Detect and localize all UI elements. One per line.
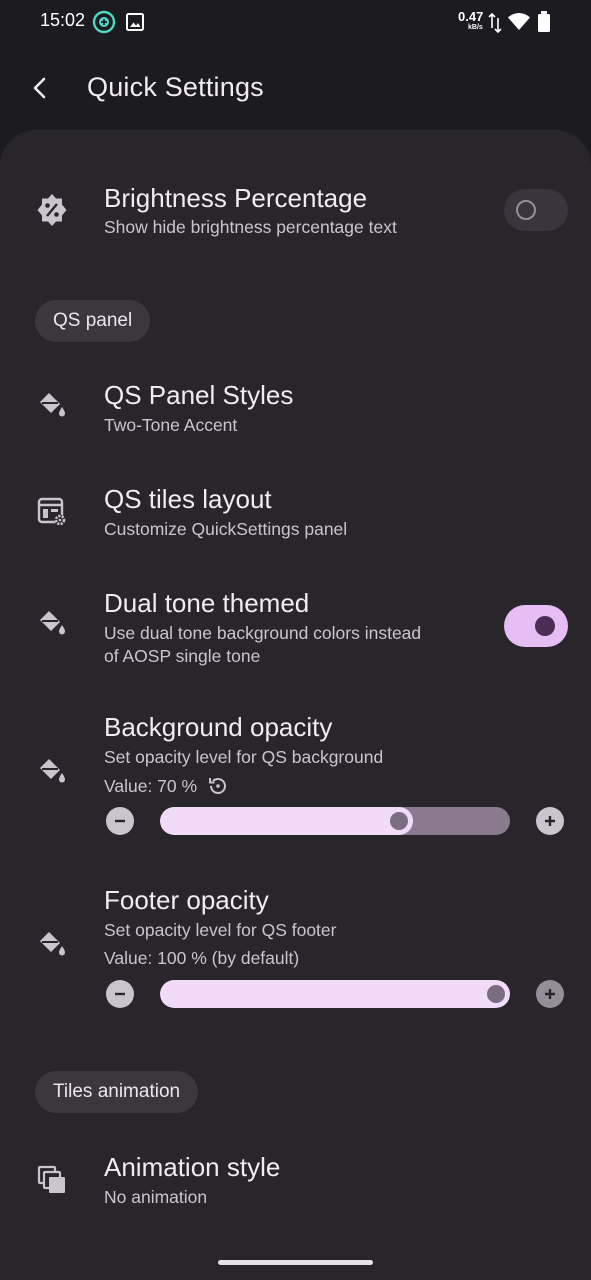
background-opacity-title: Background opacity [104,712,333,742]
qs-tiles-layout-row[interactable]: QS tiles layout Customize QuickSettings … [0,482,591,552]
switch-knob [516,200,536,220]
background-opacity-value: Value: 70 % [104,775,229,797]
brightness-percentage-switch[interactable] [504,189,568,231]
network-speed-unit: kB/s [468,24,483,31]
wifi-icon [507,11,531,36]
brightness-percentage-subtitle: Show hide brightness percentage text [104,217,397,237]
dual-tone-themed-subtitle-line1: Use dual tone background colors instead [104,623,422,643]
animation-style-row[interactable]: Animation style No animation [0,1150,591,1220]
dual-tone-themed-subtitle-line2: of AOSP single tone [104,646,261,666]
background-opacity-subtitle: Set opacity level for QS background [104,747,384,767]
paint-bucket-icon [34,387,70,423]
plus-icon [545,816,555,826]
increase-button[interactable] [536,980,564,1008]
opacity-slider-track[interactable] [160,807,510,835]
brightness-percent-icon [34,192,70,228]
footer-opacity-subtitle: Set opacity level for QS footer [104,920,337,940]
background-opacity-row: Background opacity Set opacity level for… [0,710,591,840]
image-icon [125,12,145,37]
opacity-slider-track[interactable] [160,980,510,1008]
section-qs-panel: QS panel [35,300,151,342]
slider-active-track [160,807,414,835]
network-speed: 0.47 kB/s [458,10,488,34]
stacked-tiles-icon [34,1162,70,1198]
qs-panel-styles-subtitle: Two-Tone Accent [104,415,238,435]
tiles-layout-settings-icon [34,494,70,530]
footer-opacity-slider [104,979,568,1009]
network-speed-value: 0.47 [458,9,484,24]
animation-style-subtitle: No animation [104,1187,208,1207]
dual-tone-themed-row[interactable]: Dual tone themed Use dual tone backgroun… [0,586,591,676]
data-transfer-icon [488,12,502,39]
animation-style-title: Animation style [104,1152,281,1182]
decrease-button[interactable] [106,807,134,835]
status-time: 15:02 [40,10,86,30]
minus-icon [115,992,125,996]
section-tiles-animation: Tiles animation [35,1071,199,1113]
footer-opacity-title: Footer opacity [104,885,269,915]
plus-icon [545,989,555,999]
switch-knob [535,616,555,636]
paint-bucket-icon [34,605,70,641]
decrease-button[interactable] [106,980,134,1008]
background-opacity-value-text: Value: 70 % [104,775,198,796]
settings-list: Brightness Percentage Show hide brightne… [0,130,591,1280]
slider-active-track [160,980,510,1008]
vpn-icon [92,10,116,39]
qs-tiles-layout-subtitle: Customize QuickSettings panel [104,519,348,539]
back-button[interactable] [22,72,58,108]
increase-button[interactable] [536,807,564,835]
footer-opacity-value-text: Value: 100 % (by default) [104,948,300,968]
paint-bucket-icon [34,753,70,789]
brightness-percentage-title: Brightness Percentage [104,183,368,213]
reset-icon[interactable] [207,775,229,797]
app-bar: Quick Settings [0,60,591,118]
footer-opacity-row: Footer opacity Set opacity level for QS … [0,883,591,1013]
gesture-nav-bar[interactable] [218,1260,373,1265]
dual-tone-themed-switch[interactable] [504,605,568,647]
status-bar: 15:02 0.47 kB/s [0,0,591,44]
qs-panel-styles-row[interactable]: QS Panel Styles Two-Tone Accent [0,378,591,448]
background-opacity-slider [104,806,568,836]
paint-bucket-icon [34,926,70,962]
minus-icon [115,819,125,823]
slider-thumb[interactable] [487,985,505,1003]
back-arrow-icon [30,76,50,105]
brightness-percentage-row[interactable]: Brightness Percentage Show hide brightne… [0,180,591,250]
battery-icon [537,11,551,38]
qs-panel-styles-title: QS Panel Styles [104,380,294,410]
dual-tone-themed-title: Dual tone themed [104,588,310,618]
page-title: Quick Settings [87,72,264,102]
qs-tiles-layout-title: QS tiles layout [104,484,272,514]
